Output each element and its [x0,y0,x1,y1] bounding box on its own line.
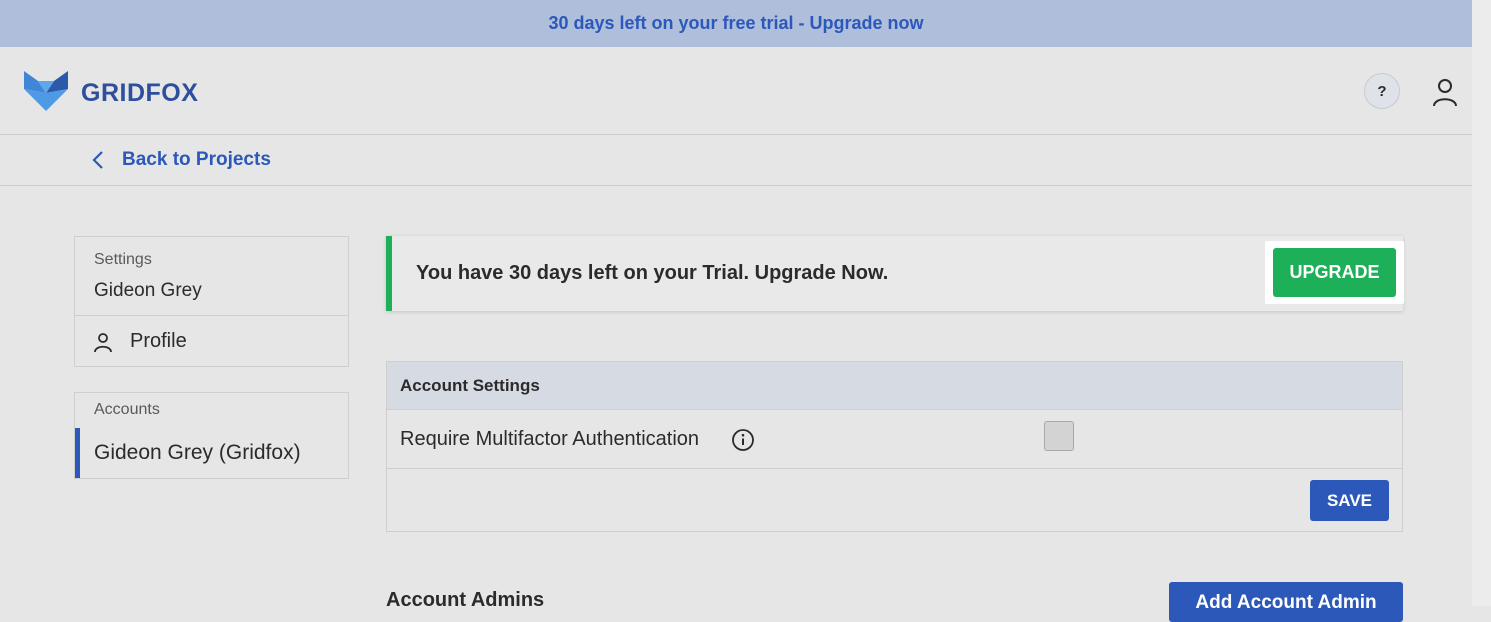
sidebar-item-label: Gideon Grey (Gridfox) [94,441,301,464]
info-icon[interactable] [731,428,755,452]
back-bar: Back to Projects [0,135,1472,186]
sidebar-item-label: Profile [130,330,187,352]
scrollbar-gutter [1472,0,1491,606]
mfa-checkbox[interactable] [1044,421,1074,451]
app-header: GRIDFOX ? [0,47,1472,135]
help-button[interactable]: ? [1364,73,1400,109]
user-name: Gideon Grey [94,280,202,301]
panel-title: Account Settings [400,375,540,395]
settings-caption: Settings [94,251,152,268]
back-label: Back to Projects [122,149,271,170]
logo[interactable]: GRIDFOX [24,71,198,111]
chevron-left-icon [92,151,103,169]
mfa-row: Require Multifactor Authentication [387,410,1402,469]
mfa-label: Require Multifactor Authentication [400,428,700,450]
upgrade-notice-text: You have 30 days left on your Trial. Upg… [416,262,889,284]
user-icon [94,332,112,352]
account-admins-heading: Account Admins [386,589,545,611]
upgrade-notice: You have 30 days left on your Trial. Upg… [386,236,1404,311]
add-account-admin-button[interactable]: Add Account Admin [1169,582,1403,622]
account-settings-panel: Account Settings Require Multifactor Aut… [386,361,1403,532]
save-button[interactable]: SAVE [1310,480,1389,521]
brand-name: GRIDFOX [81,78,199,107]
trial-banner: 30 days left on your free trial - Upgrad… [0,0,1472,47]
accounts-caption: Accounts [94,401,160,418]
fox-logo-icon [24,71,68,111]
back-to-projects-link[interactable]: Back to Projects [90,149,271,171]
upgrade-button[interactable]: UPGRADE [1273,248,1396,297]
sidebar-item-profile[interactable]: Profile [75,316,348,367]
panel-header: Account Settings [387,362,1402,410]
upgrade-button-frame: UPGRADE [1265,241,1404,304]
settings-card: Settings Gideon Grey Profile [74,236,349,367]
trial-banner-link[interactable]: 30 days left on your free trial - Upgrad… [548,13,923,34]
question-icon: ? [1377,82,1387,100]
sidebar-item-account[interactable]: Gideon Grey (Gridfox) [75,428,348,478]
accounts-card: Accounts Gideon Grey (Gridfox) [74,392,349,479]
user-icon[interactable] [1430,77,1460,107]
